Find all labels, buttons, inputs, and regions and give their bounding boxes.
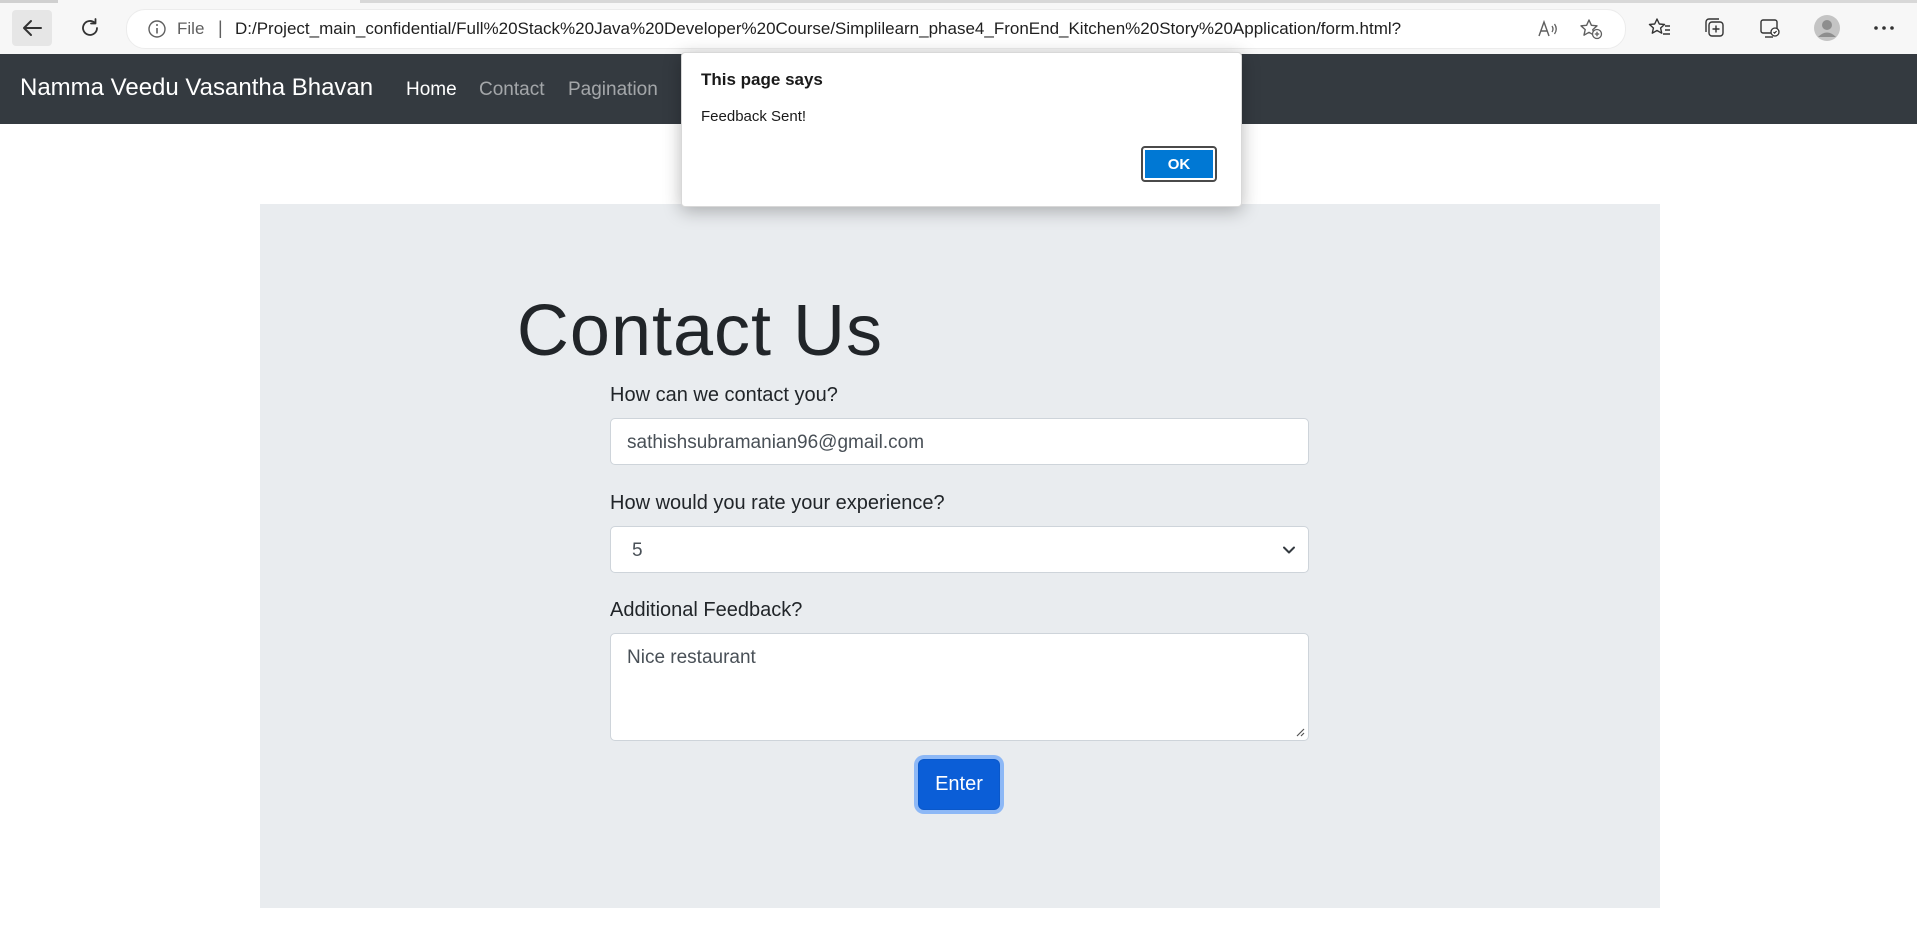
nav-link-pagination[interactable]: Pagination — [568, 79, 658, 101]
contact-email-input[interactable]: sathishsubramanian96@gmail.com — [610, 418, 1309, 465]
profile-icon[interactable] — [1813, 14, 1841, 42]
read-aloud-icon[interactable] — [1537, 19, 1559, 44]
nav-link-home[interactable]: Home — [406, 79, 457, 101]
enter-button[interactable]: Enter — [918, 759, 1000, 810]
rating-select[interactable]: 5 — [610, 526, 1309, 573]
contact-label: How can we contact you? — [610, 384, 838, 406]
feedback-label: Additional Feedback? — [610, 599, 803, 621]
more-icon[interactable] — [1870, 14, 1898, 42]
back-arrow-icon — [23, 20, 42, 36]
collections-icon[interactable] — [1701, 14, 1729, 42]
dialog-title: This page says — [701, 70, 823, 89]
tab-indicator — [0, 0, 58, 3]
dialog-message: Feedback Sent! — [701, 108, 807, 125]
back-button[interactable] — [12, 10, 52, 46]
address-separator: | — [218, 18, 223, 38]
rating-label: How would you rate your experience? — [610, 492, 945, 514]
file-scheme-label: File — [177, 19, 205, 38]
add-favorite-icon[interactable] — [1579, 18, 1603, 45]
favorites-icon[interactable] — [1646, 14, 1674, 42]
info-icon[interactable] — [147, 19, 167, 44]
chevron-down-icon — [1283, 546, 1295, 554]
browser-toolbar: File | D:/Project_main_confidential/Full… — [0, 0, 1917, 55]
browser-essentials-icon[interactable] — [1756, 14, 1784, 42]
alert-dialog: This page says Feedback Sent! OK — [681, 52, 1242, 207]
nav-link-contact[interactable]: Contact — [479, 79, 544, 101]
navbar-brand[interactable]: Namma Veedu Vasantha Bhavan — [20, 74, 373, 102]
reload-icon — [82, 18, 98, 36]
resize-grip-icon[interactable] — [1295, 727, 1305, 737]
tab-strip-bar — [360, 0, 1917, 3]
tab-strip — [0, 0, 1917, 4]
feedback-textarea[interactable]: Nice restaurant — [610, 633, 1309, 741]
address-bar[interactable]: File | D:/Project_main_confidential/Full… — [126, 9, 1626, 49]
rating-selected-value: 5 — [632, 540, 643, 561]
url-text[interactable]: D:/Project_main_confidential/Full%20Stac… — [235, 19, 1495, 39]
contact-email-value: sathishsubramanian96@gmail.com — [627, 432, 925, 453]
ok-button[interactable]: OK — [1141, 146, 1217, 182]
page-title: Contact Us — [516, 291, 884, 371]
feedback-text: Nice restaurant — [627, 647, 756, 668]
reload-button[interactable] — [70, 10, 110, 46]
